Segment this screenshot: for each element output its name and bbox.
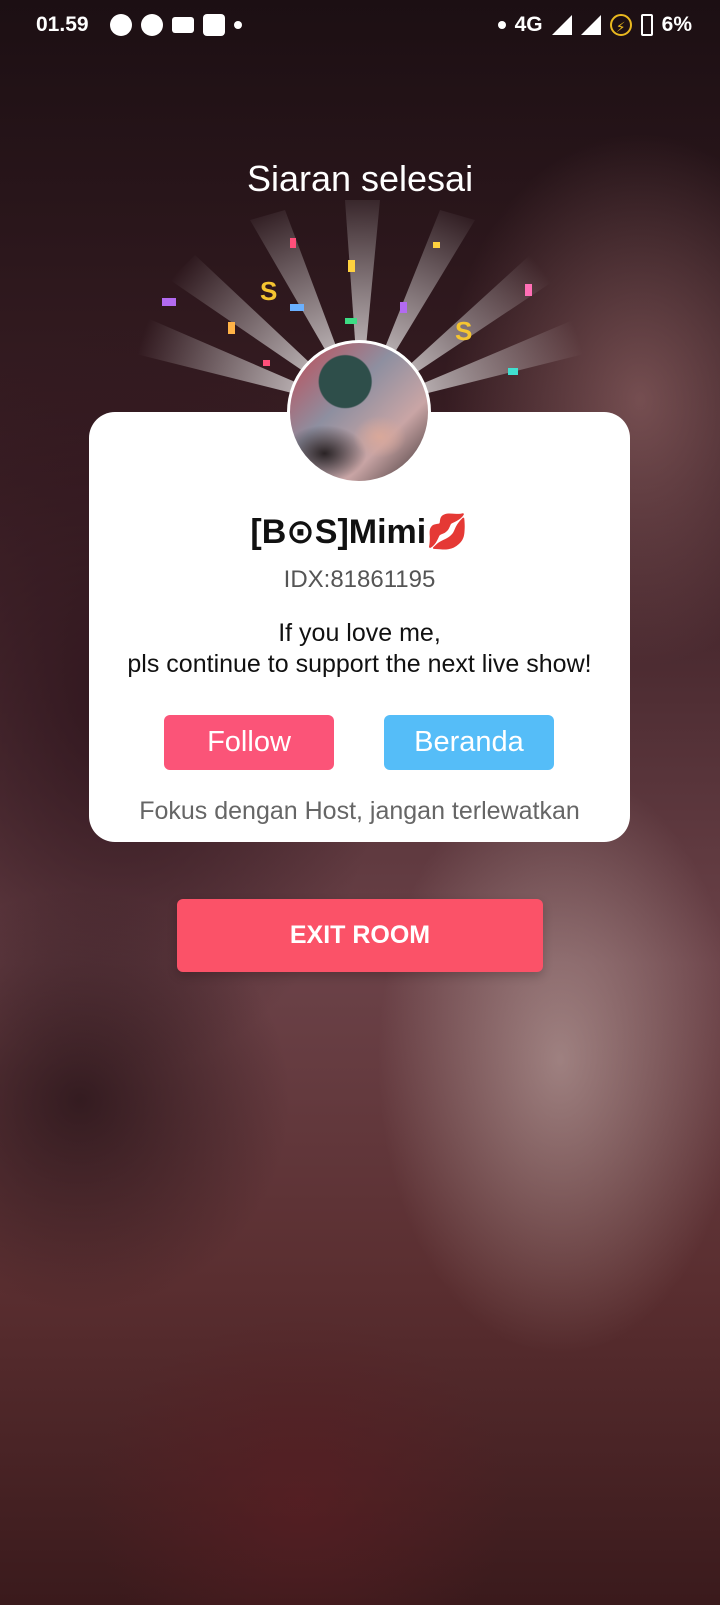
confetti [525,284,532,296]
status-bar: 01.59 4G ⚡ 6% [0,0,720,52]
status-time: 01.59 [36,13,89,36]
confetti [348,260,355,272]
message-line: pls continue to support the next live sh… [127,650,592,678]
host-avatar[interactable] [287,340,431,484]
speed-icon [110,14,132,36]
follow-button[interactable]: Follow [164,715,334,770]
confetti [400,302,407,313]
focus-note: Fokus dengan Host, jangan terlewatkan [139,797,580,825]
battery-level: 6% [661,13,692,36]
support-message: If you love me, pls continue to support … [89,618,630,680]
speed-icon [141,14,163,36]
signal-icon [580,15,601,35]
confetti [263,360,270,366]
notification-icons [110,14,242,36]
confetti [345,318,357,324]
beranda-button[interactable]: Beranda [384,715,554,770]
video-icon [172,17,194,33]
notification-dot-icon [234,21,242,29]
signal-icon [551,15,572,35]
network-type: 4G [514,13,543,36]
dot-icon [497,21,506,29]
confetti [290,238,296,248]
confetti-s: S [455,316,472,346]
confetti [162,298,176,306]
host-name: [B⊙S]Mimi💋 [250,513,469,551]
page-title: Siaran selesai [246,158,474,199]
battery-saver-icon: ⚡ [609,14,632,36]
confetti [508,368,518,375]
system-icons: 4G ⚡ 6% [497,13,692,37]
confetti [290,304,304,311]
shopping-bag-icon [203,14,225,36]
message-line: If you love me, [278,619,441,647]
confetti [228,322,235,334]
exit-room-button[interactable]: EXIT ROOM [177,899,543,972]
host-idx: IDX:81861195 [283,566,436,593]
confetti-s: S [260,276,277,306]
battery-icon [640,14,653,36]
confetti [433,242,440,248]
